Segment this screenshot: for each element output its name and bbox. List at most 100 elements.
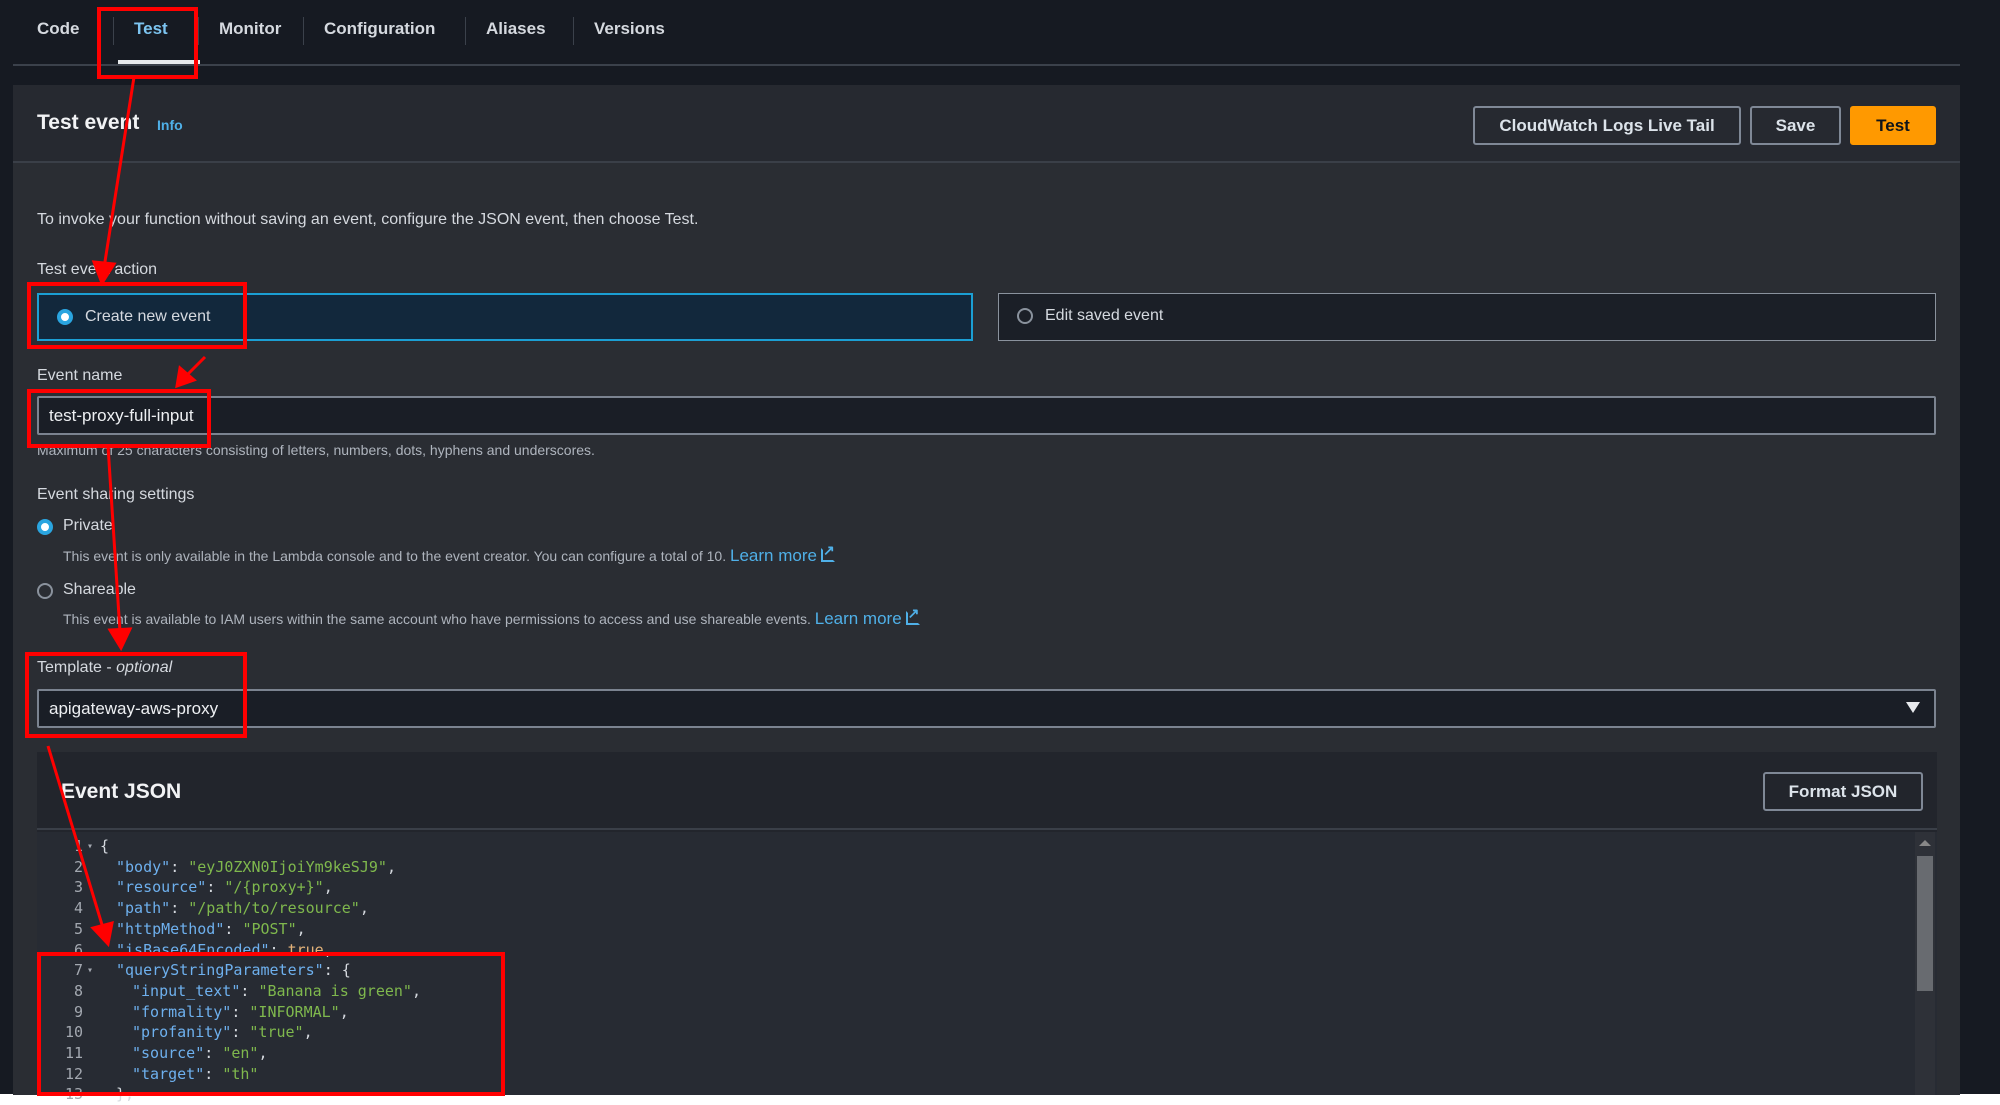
panel-header: Test event Info CloudWatch Logs Live Tai… [13,85,1960,163]
radio-selected[interactable] [57,309,73,325]
learn-more-link[interactable]: Learn more [730,546,817,565]
code-token-punctuation: , [386,857,396,876]
line-number: 1 [73,837,83,855]
page-title: Test event [37,111,140,134]
line-number: 7 [73,961,83,980]
code-token-key: "target" [132,1064,205,1083]
code-token-punctuation: : [170,899,189,918]
tab-versions[interactable]: Versions [573,17,685,45]
code-text: { [100,836,109,857]
code-token-string: "INFORMAL" [249,1002,340,1021]
line-number: 10 [64,1023,83,1042]
code-text: "body": "eyJ0ZXN0IjoiYm9keSJ9", [116,857,396,878]
description-text: To invoke your function without saving a… [37,211,699,228]
fold-arrow-icon[interactable]: ▾ [87,836,93,857]
private-description-text: This event is only available in the Lamb… [63,548,727,564]
code-token-key: "path" [116,899,171,918]
editor-scrollbar[interactable] [1915,832,1935,1095]
tab-aliases[interactable]: Aliases [465,17,566,45]
tab-code[interactable]: Code [17,17,100,45]
option-label: Create new event [85,308,211,325]
template-select[interactable]: apigateway-aws-proxy [37,689,1936,728]
code-token-string: "th" [222,1064,259,1083]
code-token-boolean: true [287,940,324,959]
template-label-text: Template [37,659,102,676]
external-link-icon [820,542,835,562]
code-token-punctuation: , [258,1044,268,1062]
cloudwatch-live-tail-button[interactable]: CloudWatch Logs Live Tail [1473,106,1741,145]
code-token-punctuation: : [204,1044,223,1062]
format-json-button[interactable]: Format JSON [1763,772,1923,811]
event-json-panel: Event JSON Format JSON 1 ▾{2 "body": "eyJ0… [37,752,1937,1103]
save-button[interactable]: Save [1750,106,1841,145]
code-token-punctuation: , [339,1002,349,1021]
external-link-icon [905,605,920,625]
code-token-punctuation: { [100,837,110,855]
private-description: This event is only available in the Lamb… [63,542,835,566]
optional-tag: optional [116,659,173,676]
template-value: apigateway-aws-proxy [49,699,219,718]
event-json-title: Event JSON [61,780,182,803]
code-token-key: "isBase64Encoded" [116,940,270,959]
json-code-editor[interactable]: 1 ▾{2 "body": "eyJ0ZXN0IjoiYm9keSJ9", 3 "res… [37,832,1937,1103]
create-new-event-option[interactable]: Create new event [37,293,973,341]
radio-unselected[interactable] [1017,308,1033,324]
tab-configuration[interactable]: Configuration [303,17,455,45]
code-token-punctuation: , [323,878,333,897]
active-tab-indicator [118,60,200,64]
code-token-key: "source" [132,1044,205,1062]
shareable-description: This event is available to IAM users wit… [63,605,920,629]
code-text: "resource": "/{proxy+}", [116,877,333,898]
learn-more-link[interactable]: Learn more [815,609,902,628]
code-text: "path": "/path/to/resource", [116,898,369,919]
code-token-punctuation: : [204,1064,223,1083]
event-sharing-label: Event sharing settings [37,486,195,503]
shareable-radio[interactable] [37,583,53,599]
caret-down-icon [1906,702,1920,713]
scrollbar-thumb[interactable] [1917,856,1933,991]
event-name-input[interactable]: test-proxy-full-input [37,396,1936,435]
template-label: Template - optional [37,659,173,676]
code-token-key: "httpMethod" [116,919,225,938]
test-button[interactable]: Test [1850,106,1936,145]
code-text: "target": "th" [132,1064,258,1085]
code-token-punctuation: : [170,857,189,876]
code-token-key: "profanity" [132,1023,232,1042]
code-token-string: "/{proxy+}" [224,878,324,897]
info-link[interactable]: Info [157,117,183,133]
scroll-up-arrow-icon[interactable] [1919,840,1931,846]
line-number: 11 [64,1044,83,1062]
tab-test[interactable]: Test [113,17,188,45]
tab-monitor[interactable]: Monitor [198,17,301,45]
line-number: 4 [73,899,83,918]
code-token-punctuation: : { [323,961,351,980]
shareable-label: Shareable [63,581,136,598]
code-token-punctuation: : [224,919,243,938]
code-token-punctuation: }, [116,1085,135,1104]
private-label: Private [63,517,113,534]
fold-arrow-icon[interactable]: ▾ [87,960,93,981]
code-text: "profanity": "true", [132,1022,313,1043]
code-text: "source": "en", [132,1043,267,1064]
tab-bar: Code Test Monitor Configuration Aliases … [13,0,1960,66]
code-token-punctuation: : [231,1023,250,1042]
event-name-hint: Maximum of 25 characters consisting of l… [37,442,595,458]
edit-saved-event-option[interactable]: Edit saved event [998,293,1936,341]
code-text: "httpMethod": "POST", [116,919,306,940]
code-token-punctuation: : [269,940,288,959]
code-text: "formality": "INFORMAL", [132,1002,349,1023]
event-json-header: Event JSON Format JSON [37,752,1937,830]
code-token-punctuation: , [303,1023,313,1042]
code-text: "queryStringParameters": { [116,960,351,981]
code-text: "isBase64Encoded": true, [116,940,333,961]
code-token-string: "POST" [242,919,297,938]
code-token-punctuation: , [296,919,306,938]
private-radio[interactable] [37,519,53,535]
code-token-punctuation: , [323,940,333,959]
line-number: 5 [73,919,83,938]
code-token-punctuation: : [240,981,259,1000]
code-text: "input_text": "Banana is green", [132,981,421,1002]
line-number: 2 [73,857,83,876]
event-name-label: Event name [37,367,123,384]
shareable-description-text: This event is available to IAM users wit… [63,611,811,627]
